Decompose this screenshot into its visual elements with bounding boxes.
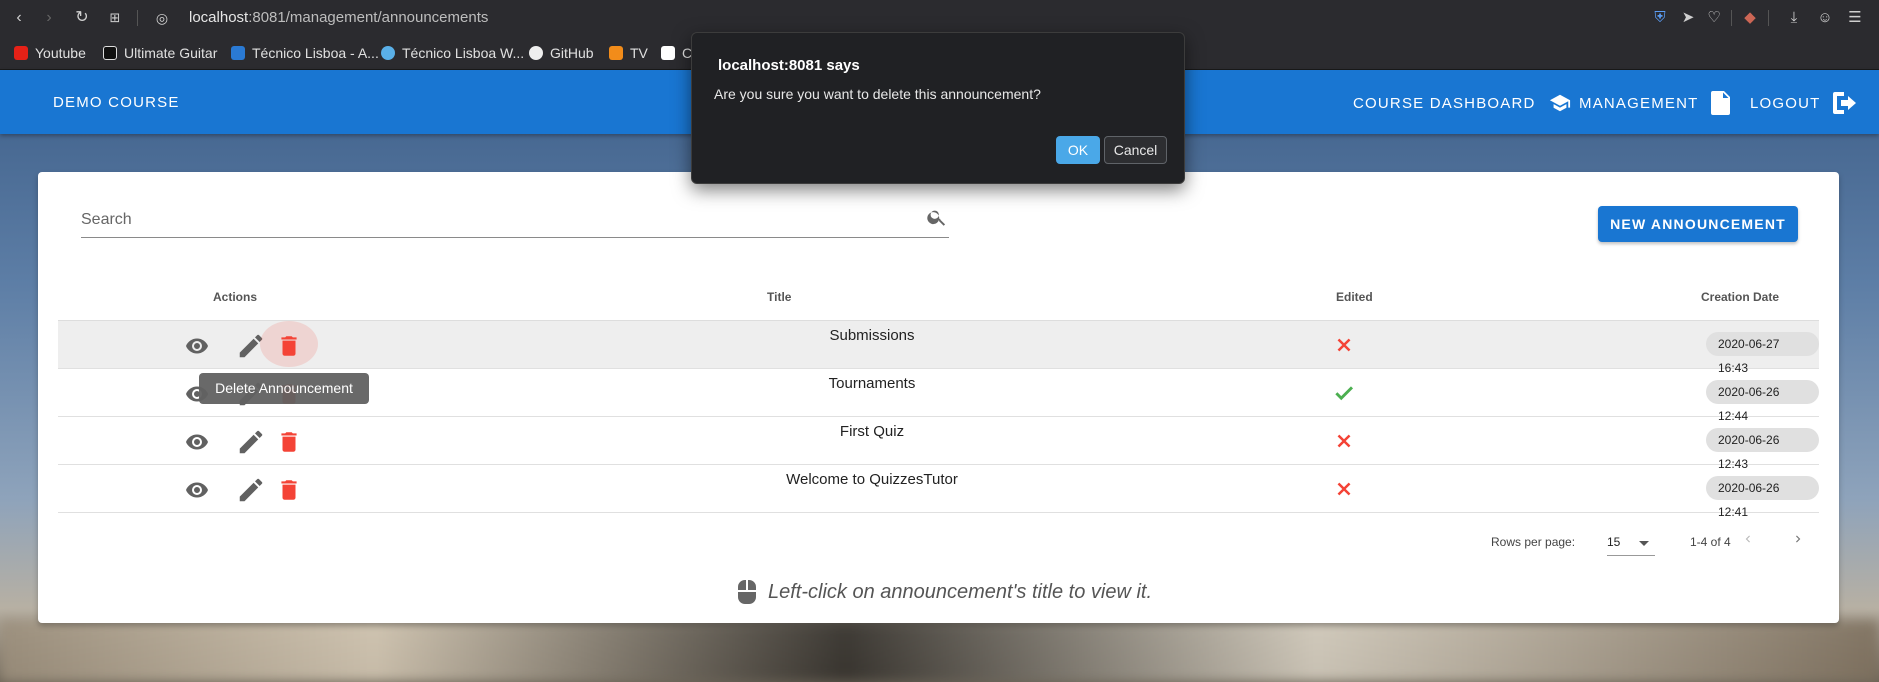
dialog-title: localhost:8081 says [718,57,860,74]
ultimate-guitar-icon [103,46,117,60]
menu-icon[interactable]: ☰ [1845,8,1865,28]
management-button[interactable]: MANAGEMENT [1579,88,1731,118]
not-edited-icon [1330,333,1358,357]
tv-icon [609,46,623,60]
mouse-icon [738,580,756,604]
bookmark-tecnico-w[interactable]: Técnico Lisboa W... [381,43,524,63]
bookmark-ultimate-guitar[interactable]: Ultimate Guitar [103,43,217,63]
announcement-title[interactable]: First Quiz [672,423,1072,440]
browser-toolbar: ‹ › ↻ ⊞ ◎ localhost:8081/management/anno… [0,0,1879,36]
announcement-title[interactable]: Welcome to QuizzesTutor [672,471,1072,488]
management-label: MANAGEMENT [1579,94,1699,112]
background-photo [0,620,1879,682]
table-row: First Quiz 2020-06-26 12:43 [58,417,1819,471]
forward-icon[interactable]: › [39,8,59,28]
confirm-dialog: localhost:8081 says Are you sure you wan… [691,32,1185,184]
bookmark-label: Técnico Lisboa W... [402,45,525,61]
announcement-title[interactable]: Submissions [672,327,1072,344]
dialog-message: Are you sure you want to delete this ann… [714,86,1041,102]
bookmark-tv[interactable]: TV [609,43,648,63]
heart-icon[interactable]: ♡ [1704,8,1724,28]
address-bar[interactable]: localhost:8081/management/announcements [189,9,488,26]
date-chip: 2020-06-27 16:43 [1706,332,1819,375]
course-dashboard-button[interactable]: COURSE DASHBOARD [1353,88,1572,118]
github-icon [529,46,543,60]
profile-icon[interactable]: ☺ [1815,8,1835,28]
next-page-icon[interactable] [1786,527,1810,551]
url-path: :8081/management/announcements [248,9,489,26]
search-icon[interactable] [926,206,948,228]
document-icon [1710,91,1730,115]
logout-icon [1832,92,1856,114]
bookmark-label: Ultimate Guitar [124,45,218,61]
bookmark-label: Técnico Lisboa - A... [252,45,379,61]
logout-label: LOGOUT [1750,94,1821,112]
header-actions: Actions [213,290,258,304]
extension-cube-icon[interactable]: ◆ [1740,8,1760,28]
view-icon[interactable] [180,331,214,361]
tabs-grid-icon[interactable]: ⊞ [105,8,125,28]
search-input[interactable] [81,206,901,234]
not-edited-icon [1330,429,1358,453]
dropdown-arrow-icon [1639,541,1649,546]
c-icon [661,46,675,60]
date-chip: 2020-06-26 12:41 [1706,476,1819,519]
toolbar-divider [137,10,138,26]
bookmark-github[interactable]: GitHub [529,43,594,63]
youtube-icon [14,46,28,60]
toolbar-divider-3 [1768,10,1769,26]
edited-check-icon [1330,381,1358,405]
not-edited-icon [1330,477,1358,501]
table-row: Welcome to QuizzesTutor 2020-06-26 12:41 [58,465,1819,519]
edit-icon[interactable] [234,475,268,505]
shield-icon[interactable]: ⛨ [1650,8,1670,28]
edit-icon[interactable] [234,427,268,457]
reload-icon[interactable]: ↻ [72,8,92,28]
delete-tooltip: Delete Announcement [199,373,369,404]
hint: Left-click on announcement's title to vi… [738,580,1152,604]
page-info: 1-4 of 4 [1690,535,1731,549]
rows-per-page-label: Rows per page: [1491,535,1576,549]
bookmark-c[interactable]: C [661,43,692,63]
delete-icon[interactable] [272,331,306,361]
bookmark-tecnico-a[interactable]: Técnico Lisboa - A... [231,43,379,63]
search-field[interactable] [81,202,949,238]
prev-page-icon[interactable] [1736,527,1760,551]
bookmark-youtube[interactable]: Youtube [14,43,86,63]
toolbar-divider-2 [1731,10,1732,26]
new-announcement-button[interactable]: NEW ANNOUNCEMENT [1598,206,1798,242]
course-name[interactable]: DEMO COURSE [53,94,180,111]
announcement-title[interactable]: Tournaments [672,375,1072,392]
tecnico-web-icon [381,46,395,60]
header-edited[interactable]: Edited [1336,290,1373,304]
header-title[interactable]: Title [767,290,791,304]
bookmark-label: TV [630,45,648,61]
ok-button[interactable]: OK [1056,136,1100,164]
hint-text: Left-click on announcement's title to vi… [768,580,1153,603]
download-icon[interactable]: ⤓ [1784,8,1804,28]
cancel-button[interactable]: Cancel [1104,136,1167,164]
date-chip: 2020-06-26 12:43 [1706,428,1819,471]
view-icon[interactable] [180,427,214,457]
header-creation-date[interactable]: Creation Date [1701,290,1779,304]
bookmark-label: Youtube [35,45,86,61]
view-icon[interactable] [180,475,214,505]
course-dashboard-label: COURSE DASHBOARD [1353,94,1536,112]
url-host: localhost [189,9,249,26]
delete-icon[interactable] [272,475,306,505]
graduation-cap-icon [1549,94,1570,112]
site-info-icon[interactable]: ◎ [152,8,172,28]
tecnico-icon [231,46,245,60]
rows-per-page-value: 15 [1607,535,1621,549]
logout-button[interactable]: LOGOUT [1750,88,1859,118]
send-icon[interactable]: ➤ [1678,8,1698,28]
table-row: Submissions 2020-06-27 16:43 [58,321,1819,375]
delete-icon[interactable] [272,427,306,457]
back-icon[interactable]: ‹ [9,8,29,28]
bookmark-label: GitHub [550,45,594,61]
date-chip: 2020-06-26 12:44 [1706,380,1819,423]
